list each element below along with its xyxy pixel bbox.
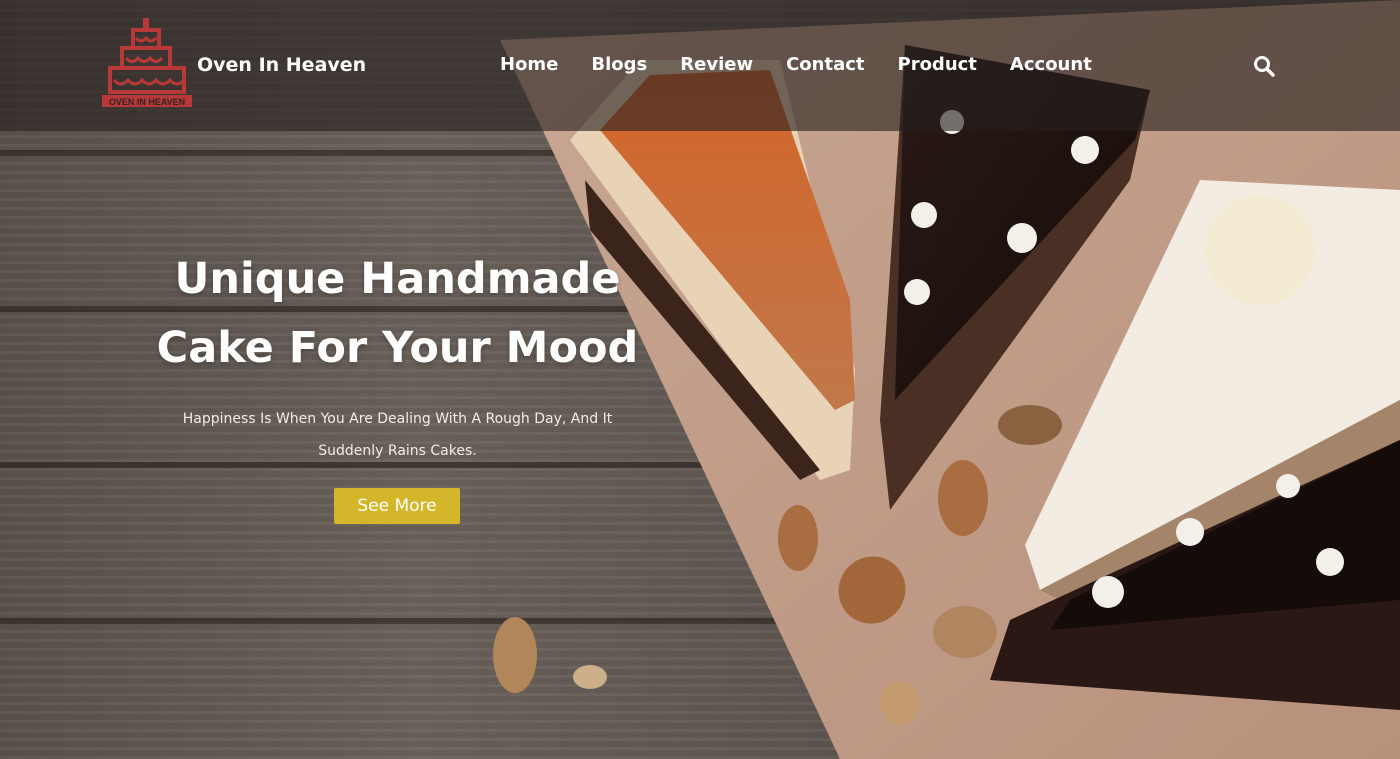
search-icon[interactable]: [1253, 55, 1275, 77]
brand[interactable]: OVEN IN HEAVEN: [102, 16, 192, 108]
nav-home[interactable]: Home: [500, 54, 558, 75]
nav-contact[interactable]: Contact: [786, 54, 864, 75]
logo-wordmark: OVEN IN HEAVEN: [109, 97, 185, 107]
brand-name[interactable]: Oven In Heaven: [197, 54, 366, 76]
cake-logo-icon[interactable]: OVEN IN HEAVEN: [102, 16, 192, 108]
nav-review[interactable]: Review: [680, 54, 753, 75]
hero-subtitle-line-1: Happiness Is When You Are Dealing With A…: [182, 411, 613, 427]
nav-product[interactable]: Product: [898, 54, 977, 75]
hero-subtitle-line-2: Suddenly Rains Cakes.: [318, 443, 477, 459]
nav-blogs[interactable]: Blogs: [591, 54, 647, 75]
site-header: OVEN IN HEAVEN Oven In Heaven Home Blogs…: [0, 0, 1400, 131]
see-more-button[interactable]: See More: [334, 488, 460, 524]
hero-title-line-2: Cake For Your Mood: [156, 323, 639, 373]
nav-account[interactable]: Account: [1010, 54, 1092, 75]
main-nav: Home Blogs Review Contact Product Accoun…: [500, 54, 1125, 75]
hero-subtitle: Happiness Is When You Are Dealing With A…: [150, 403, 645, 467]
hero-title-line-1: Unique Handmade: [174, 254, 621, 304]
hero-title: Unique Handmade Cake For Your Mood: [110, 245, 685, 383]
